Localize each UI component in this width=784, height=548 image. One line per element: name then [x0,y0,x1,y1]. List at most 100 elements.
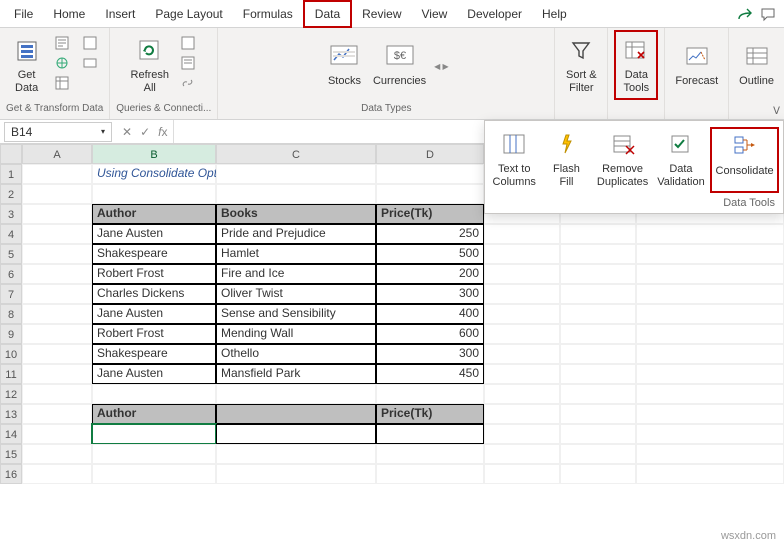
row-head-6[interactable]: 6 [0,264,22,284]
datatypes-nav[interactable]: ◀ ▶ [434,62,449,71]
cell-E10[interactable] [484,344,560,364]
cell-D3[interactable]: Price(Tk) [376,204,484,224]
tab-help[interactable]: Help [532,2,577,26]
cell-C11[interactable]: Mansfield Park [216,364,376,384]
cell-C14[interactable] [216,424,376,444]
cell-F4[interactable] [560,224,636,244]
cell-B14[interactable] [92,424,216,444]
cell-C4[interactable]: Pride and Prejudice [216,224,376,244]
tab-data[interactable]: Data [303,0,352,28]
cell-G9[interactable] [636,324,784,344]
share-icon[interactable] [732,2,756,26]
tab-developer[interactable]: Developer [457,2,532,26]
row-head-4[interactable]: 4 [0,224,22,244]
col-head-B[interactable]: B [92,144,216,164]
row-head-10[interactable]: 10 [0,344,22,364]
tab-formulas[interactable]: Formulas [233,2,303,26]
cell-D15[interactable] [376,444,484,464]
cell-B9[interactable]: Robert Frost [92,324,216,344]
cell-F8[interactable] [560,304,636,324]
cell-D4[interactable]: 250 [376,224,484,244]
cell-F15[interactable] [560,444,636,464]
cell-C5[interactable]: Hamlet [216,244,376,264]
cell-F14[interactable] [560,424,636,444]
cell-F6[interactable] [560,264,636,284]
remove-duplicates-button[interactable]: RemoveDuplicates [593,127,651,193]
row-head-2[interactable]: 2 [0,184,22,204]
cell-G7[interactable] [636,284,784,304]
cell-A6[interactable] [22,264,92,284]
cell-B12[interactable] [92,384,216,404]
cell-D8[interactable]: 400 [376,304,484,324]
cell-A2[interactable] [22,184,92,204]
cell-C12[interactable] [216,384,376,404]
cell-E4[interactable] [484,224,560,244]
enter-icon[interactable]: ✓ [140,125,150,139]
cell-C16[interactable] [216,464,376,484]
cell-A5[interactable] [22,244,92,264]
cell-E12[interactable] [484,384,560,404]
cell-C7[interactable]: Oliver Twist [216,284,376,304]
cell-D10[interactable]: 300 [376,344,484,364]
tab-home[interactable]: Home [43,2,95,26]
cell-B15[interactable] [92,444,216,464]
row-head-13[interactable]: 13 [0,404,22,424]
edit-links-button[interactable] [177,74,201,92]
cell-C9[interactable]: Mending Wall [216,324,376,344]
cell-A11[interactable] [22,364,92,384]
cell-G8[interactable] [636,304,784,324]
row-head-7[interactable]: 7 [0,284,22,304]
cell-E14[interactable] [484,424,560,444]
cell-B5[interactable]: Shakespeare [92,244,216,264]
cell-A15[interactable] [22,444,92,464]
from-text-button[interactable] [51,34,75,52]
cell-E15[interactable] [484,444,560,464]
row-head-11[interactable]: 11 [0,364,22,384]
cell-G10[interactable] [636,344,784,364]
cell-C6[interactable]: Fire and Ice [216,264,376,284]
row-head-3[interactable]: 3 [0,204,22,224]
tab-insert[interactable]: Insert [95,2,145,26]
data-validation-button[interactable]: DataValidation [654,127,708,193]
tab-file[interactable]: File [4,2,43,26]
cell-D11[interactable]: 450 [376,364,484,384]
existing-connections-button[interactable] [79,54,103,72]
cell-A9[interactable] [22,324,92,344]
cell-E6[interactable] [484,264,560,284]
stocks-button[interactable]: Stocks [324,30,365,100]
cell-D1[interactable] [376,164,484,184]
flash-fill-button[interactable]: FlashFill [541,127,591,193]
row-head-5[interactable]: 5 [0,244,22,264]
cell-E5[interactable] [484,244,560,264]
queries-button[interactable] [177,34,201,52]
cell-D5[interactable]: 500 [376,244,484,264]
cell-A8[interactable] [22,304,92,324]
cell-D12[interactable] [376,384,484,404]
col-head-C[interactable]: C [216,144,376,164]
cell-C10[interactable]: Othello [216,344,376,364]
row-head-15[interactable]: 15 [0,444,22,464]
cell-B10[interactable]: Shakespeare [92,344,216,364]
cell-B1[interactable]: Using Consolidate Option [92,164,216,184]
cell-F12[interactable] [560,384,636,404]
cell-G4[interactable] [636,224,784,244]
cell-D9[interactable]: 600 [376,324,484,344]
cell-B7[interactable]: Charles Dickens [92,284,216,304]
cell-D6[interactable]: 200 [376,264,484,284]
cell-A7[interactable] [22,284,92,304]
cell-F13[interactable] [560,404,636,424]
cell-D16[interactable] [376,464,484,484]
cell-C2[interactable] [216,184,376,204]
row-head-8[interactable]: 8 [0,304,22,324]
cell-G5[interactable] [636,244,784,264]
cell-G13[interactable] [636,404,784,424]
comments-icon[interactable] [756,2,780,26]
col-head-D[interactable]: D [376,144,484,164]
cell-E11[interactable] [484,364,560,384]
cell-A12[interactable] [22,384,92,404]
data-tools-button[interactable]: DataTools [614,30,658,100]
text-to-columns-button[interactable]: Text toColumns [489,127,539,193]
row-head-9[interactable]: 9 [0,324,22,344]
tab-page-layout[interactable]: Page Layout [145,2,232,26]
cell-B16[interactable] [92,464,216,484]
